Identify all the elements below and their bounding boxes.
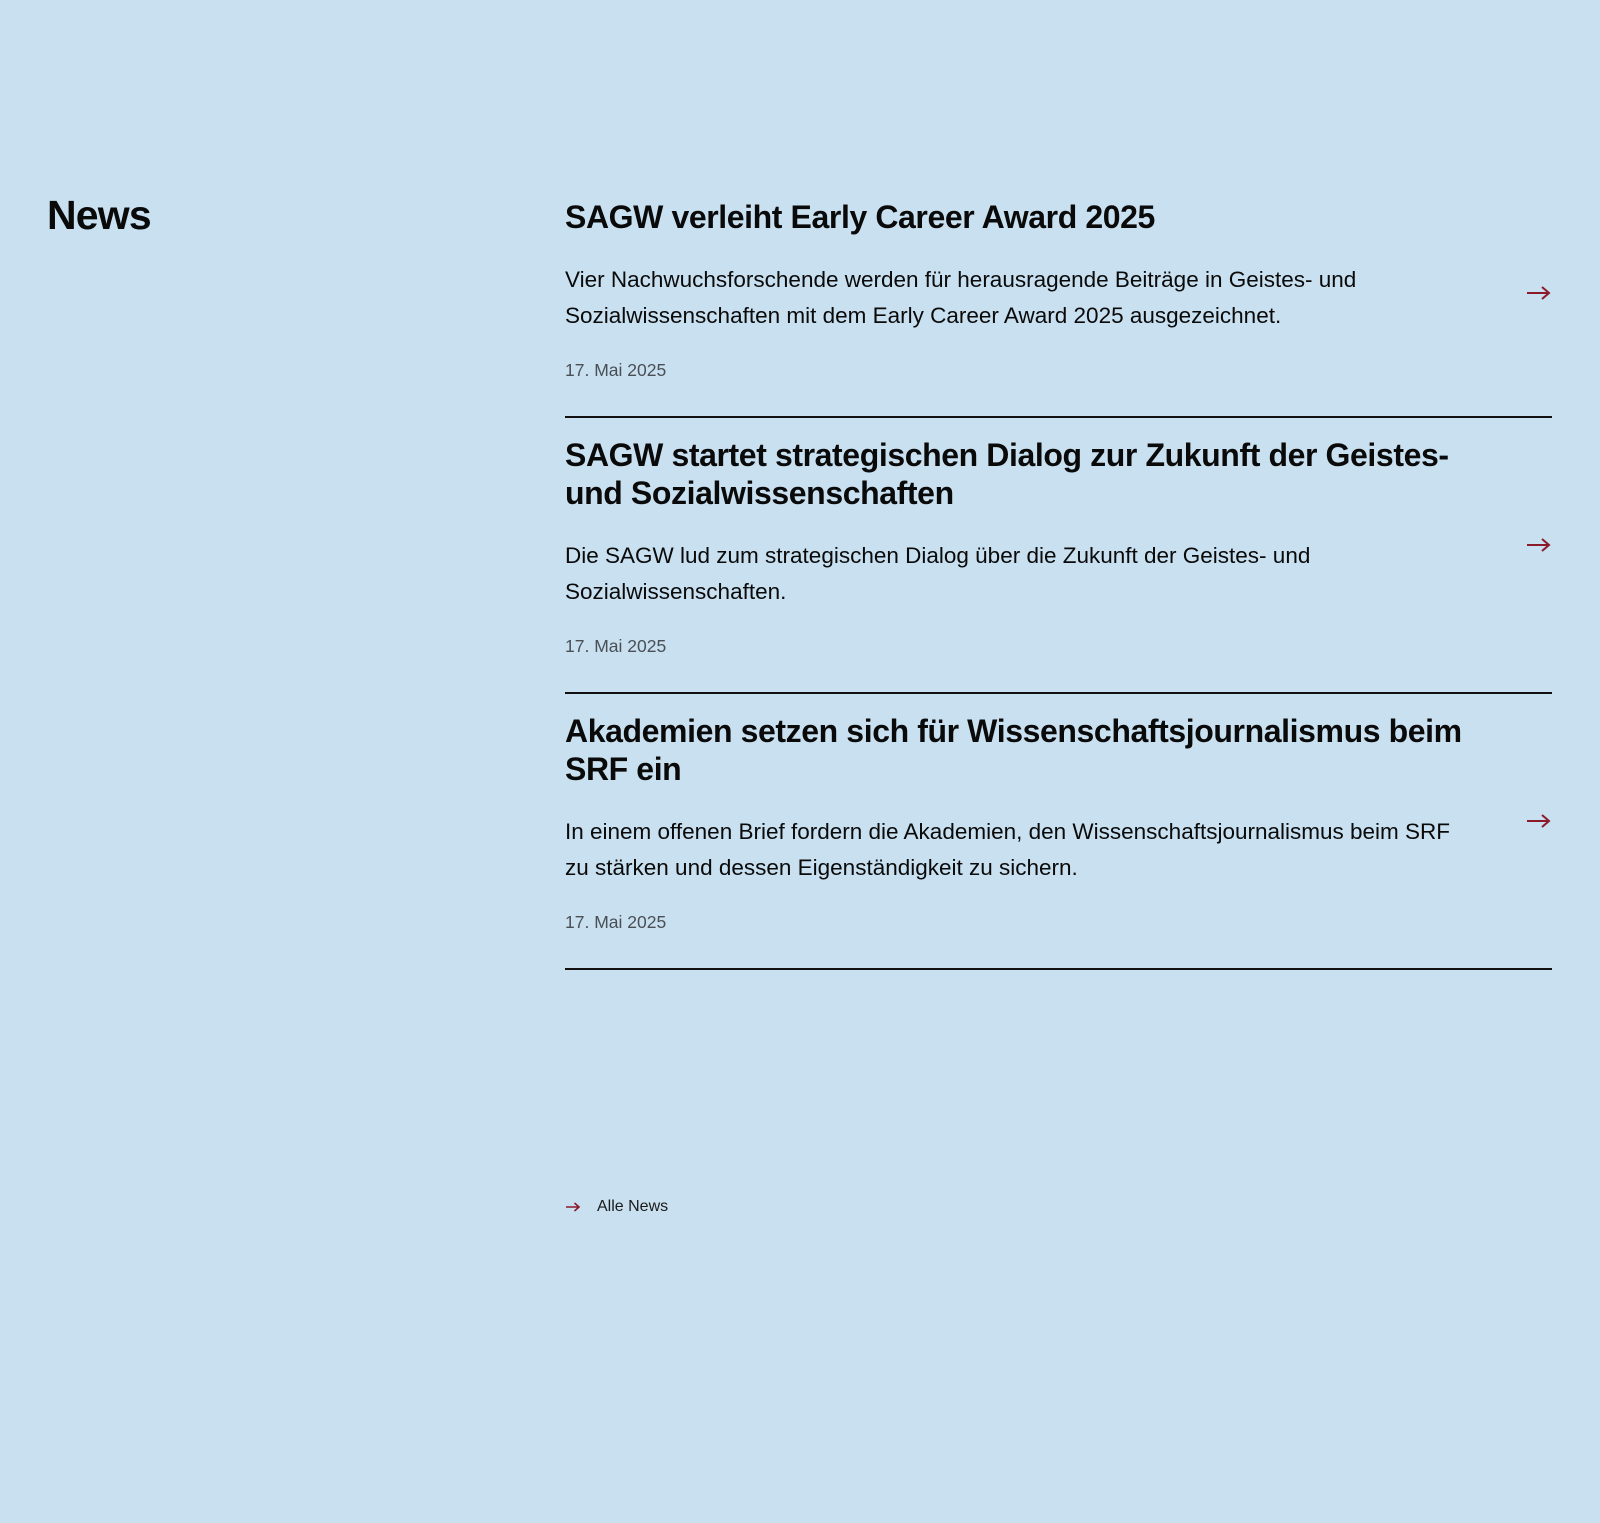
news-title[interactable]: Akademien setzen sich für Wissenschaftsj… — [565, 712, 1465, 788]
news-teaser: Vier Nachwuchsforschende werden für hera… — [565, 267, 1357, 328]
all-news-link[interactable]: Alle News — [565, 1198, 668, 1216]
arrow-right-icon[interactable] — [1526, 537, 1552, 553]
news-item[interactable]: SAGW verleiht Early Career Award 2025 Vi… — [565, 180, 1552, 418]
news-date: 17. Mai 2025 — [565, 912, 667, 932]
arrow-right-icon — [565, 1201, 581, 1213]
section-title: News — [47, 192, 152, 238]
all-news-label: Alle News — [597, 1198, 669, 1215]
news-list: SAGW verleiht Early Career Award 2025 Vi… — [565, 180, 1552, 970]
news-title[interactable]: SAGW verleiht Early Career Award 2025 — [565, 198, 1465, 236]
news-date: 17. Mai 2025 — [565, 360, 667, 380]
arrow-right-icon[interactable] — [1526, 813, 1552, 829]
news-teaser: Die SAGW lud zum strategischen Dialog üb… — [565, 543, 1311, 604]
arrow-right-icon[interactable] — [1526, 285, 1552, 301]
news-date: 17. Mai 2025 — [565, 636, 667, 656]
news-item[interactable]: SAGW startet strategischen Dialog zur Zu… — [565, 418, 1552, 694]
news-teaser: In einem offenen Brief fordern die Akade… — [565, 819, 1451, 880]
news-item[interactable]: Akademien setzen sich für Wissenschaftsj… — [565, 694, 1552, 970]
news-title[interactable]: SAGW startet strategischen Dialog zur Zu… — [565, 436, 1465, 512]
